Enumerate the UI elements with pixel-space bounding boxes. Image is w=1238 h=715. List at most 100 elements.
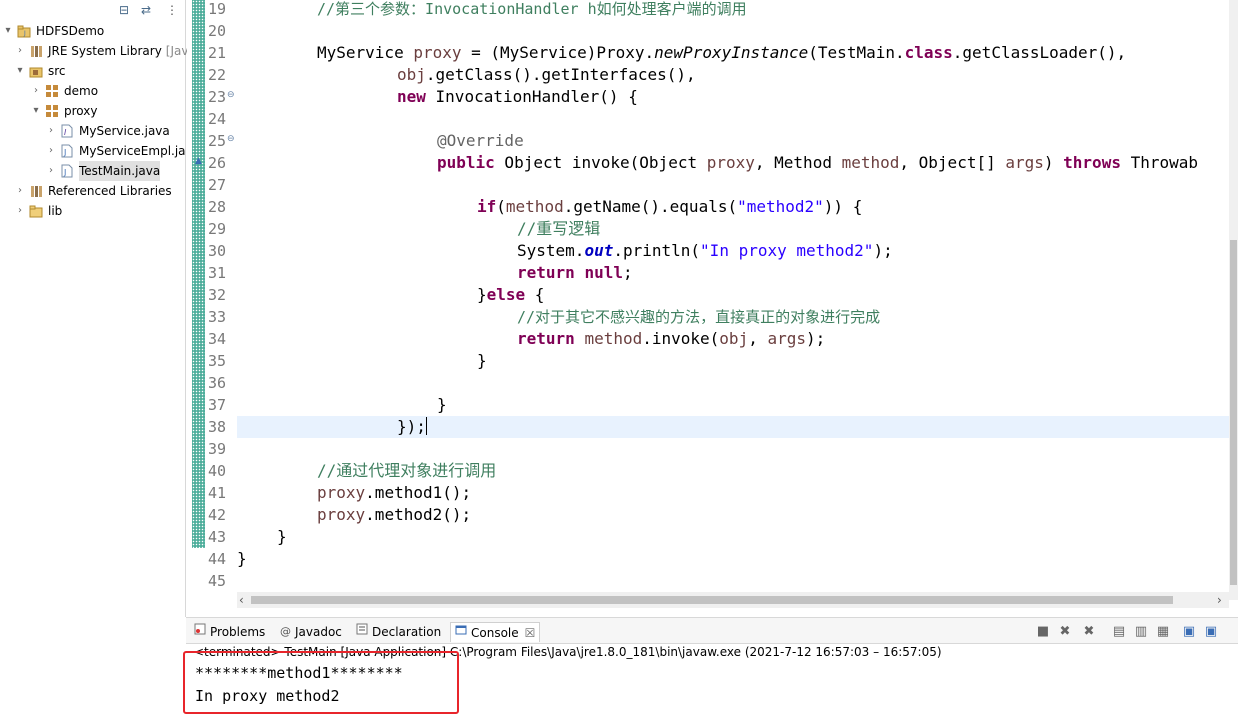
scroll-right-icon[interactable]: ›	[1217, 592, 1222, 608]
fold-collapse-icon[interactable]: ⊖	[227, 134, 235, 144]
svg-text:J: J	[23, 30, 26, 37]
tree-item-label: TestMain.java	[79, 161, 161, 181]
tab-label: Declaration	[372, 625, 442, 639]
scroll-thumb[interactable]	[251, 596, 1173, 604]
display-console-icon[interactable]: ▣	[1202, 624, 1220, 639]
close-tab-icon[interactable]: ☒	[525, 623, 536, 643]
tree-item-referenced-libraries[interactable]: › Referenced Libraries	[14, 181, 172, 201]
line-number: 34	[207, 330, 226, 348]
tree-item-demo[interactable]: › demo	[30, 81, 98, 101]
fold-collapse-icon[interactable]: ⊖	[227, 90, 235, 100]
expand-twisty-icon[interactable]: ›	[45, 121, 57, 141]
package-icon	[44, 103, 60, 119]
line-number: 40	[207, 462, 226, 480]
tab-label: Console	[471, 625, 519, 640]
scroll-thumb[interactable]	[1230, 240, 1237, 585]
remove-all-terminated-icon[interactable]: ✖	[1080, 624, 1098, 639]
tree-item-label: HDFSDemo	[36, 24, 105, 38]
link-with-editor-icon[interactable]: ⇄	[138, 2, 154, 18]
tree-item-jre-library[interactable]: › JRE System Library [Jav	[14, 41, 188, 61]
line-number: 27	[207, 176, 226, 194]
package-icon	[44, 83, 60, 99]
java-interface-icon: I	[59, 123, 75, 139]
line-number: 35	[207, 352, 226, 370]
code-line-26: public Object invoke(Object proxy, Metho…	[437, 153, 1199, 172]
code-line-33: //对于其它不感兴趣的方法，直接真正的对象进行完成	[517, 308, 881, 326]
word-wrap-icon[interactable]: ▦	[1154, 624, 1172, 639]
folder-icon	[28, 203, 44, 219]
java-file-icon: J	[59, 143, 75, 159]
line-number: 26	[207, 154, 226, 172]
expand-twisty-icon[interactable]: ›	[14, 181, 26, 201]
code-line-28: if(method.getName().equals("method2")) {	[477, 197, 863, 216]
expand-twisty-icon[interactable]: ›	[30, 81, 42, 101]
line-number: 39	[207, 440, 226, 458]
terminate-icon[interactable]: ■	[1034, 624, 1052, 639]
expand-twisty-icon[interactable]: ▾	[30, 101, 42, 121]
line-number: 28	[207, 198, 226, 216]
tree-item-label: proxy	[64, 104, 98, 118]
editor-vertical-scrollbar[interactable]	[1229, 0, 1238, 600]
code-line-44: }	[237, 549, 247, 568]
override-marker-icon: ▲	[195, 156, 202, 166]
scroll-lock-icon[interactable]: ▥	[1132, 624, 1150, 639]
library-icon	[28, 43, 44, 59]
line-number: 31	[207, 264, 226, 282]
code-editor[interactable]: 19 20 21 22 23 24 25 26 27 28 29 30 31 3…	[187, 0, 1238, 610]
expand-twisty-icon[interactable]: ▾	[2, 21, 14, 41]
tab-declaration[interactable]: Declaration	[356, 622, 441, 642]
code-line-31: return null;	[517, 263, 633, 282]
code-line-35: }	[477, 351, 487, 370]
line-number: 19	[207, 0, 226, 18]
tab-javadoc[interactable]: @ Javadoc	[280, 622, 342, 642]
collapse-all-icon[interactable]: ⊟	[116, 2, 132, 18]
tree-item-decoration: [Jav	[165, 44, 189, 58]
tree-item-label: Referenced Libraries	[48, 184, 172, 198]
remove-launch-icon[interactable]: ✖	[1056, 624, 1074, 639]
line-number: 21	[207, 44, 226, 62]
expand-twisty-icon[interactable]: ›	[14, 201, 26, 221]
tree-item-lib[interactable]: › lib	[14, 201, 62, 221]
expand-twisty-icon[interactable]: ›	[45, 161, 57, 181]
pin-console-icon[interactable]: ▣	[1180, 624, 1198, 639]
tree-item-hdfsdemo[interactable]: ▾ J HDFSDemo	[2, 21, 104, 41]
code-line-41: proxy.method1();	[317, 483, 472, 502]
line-number: 20	[207, 22, 226, 40]
svg-text:J: J	[63, 168, 66, 177]
code-line-21: MyService proxy = (MyService)Proxy.newPr…	[317, 43, 1127, 62]
tree-item-myserviceempl[interactable]: › J MyServiceEmpl.ja	[45, 141, 186, 161]
tree-item-src[interactable]: ▾ src	[14, 61, 65, 81]
tree-item-label: MyServiceEmpl.ja	[79, 144, 186, 158]
line-number: 41	[207, 484, 226, 502]
code-line-23: new InvocationHandler() {	[397, 87, 638, 106]
editor-horizontal-scrollbar[interactable]: ‹ ›	[237, 592, 1229, 608]
tab-label: Javadoc	[295, 625, 342, 639]
code-line-29: //重写逻辑	[517, 219, 601, 238]
code-line-40: //通过代理对象进行调用	[317, 461, 497, 480]
line-number: 33	[207, 308, 226, 326]
code-line-37: }	[437, 395, 447, 414]
highlight-annotation-box	[183, 651, 459, 714]
console-icon	[455, 623, 467, 643]
current-line-highlight	[237, 416, 1238, 438]
expand-twisty-icon[interactable]: ▾	[14, 61, 26, 81]
scroll-left-icon[interactable]: ‹	[239, 592, 244, 608]
code-line-32: }else {	[477, 285, 545, 304]
code-line-38: });	[397, 417, 427, 436]
code-line-42: proxy.method2();	[317, 505, 472, 524]
clear-console-icon[interactable]: ▤	[1110, 624, 1128, 639]
code-line-34: return method.invoke(obj, args);	[517, 329, 826, 348]
view-menu-icon[interactable]: ⋮	[164, 2, 180, 18]
expand-twisty-icon[interactable]: ›	[14, 41, 26, 61]
tab-problems[interactable]: Problems	[194, 622, 265, 642]
expand-twisty-icon[interactable]: ›	[45, 141, 57, 161]
line-number: 42	[207, 506, 226, 524]
source-folder-icon	[28, 63, 44, 79]
line-number: 25	[207, 132, 226, 150]
code-line-30: System.out.println("In proxy method2");	[517, 241, 893, 260]
tree-item-myservice[interactable]: › I MyService.java	[45, 121, 170, 141]
tree-item-testmain[interactable]: › J TestMain.java	[45, 161, 161, 181]
tab-console[interactable]: Console ☒	[450, 622, 541, 643]
package-explorer: ⊟ ⇄ ⋮ ▾ J HDFSDemo › JRE System Library …	[0, 0, 188, 617]
tree-item-proxy[interactable]: ▾ proxy	[30, 101, 97, 121]
